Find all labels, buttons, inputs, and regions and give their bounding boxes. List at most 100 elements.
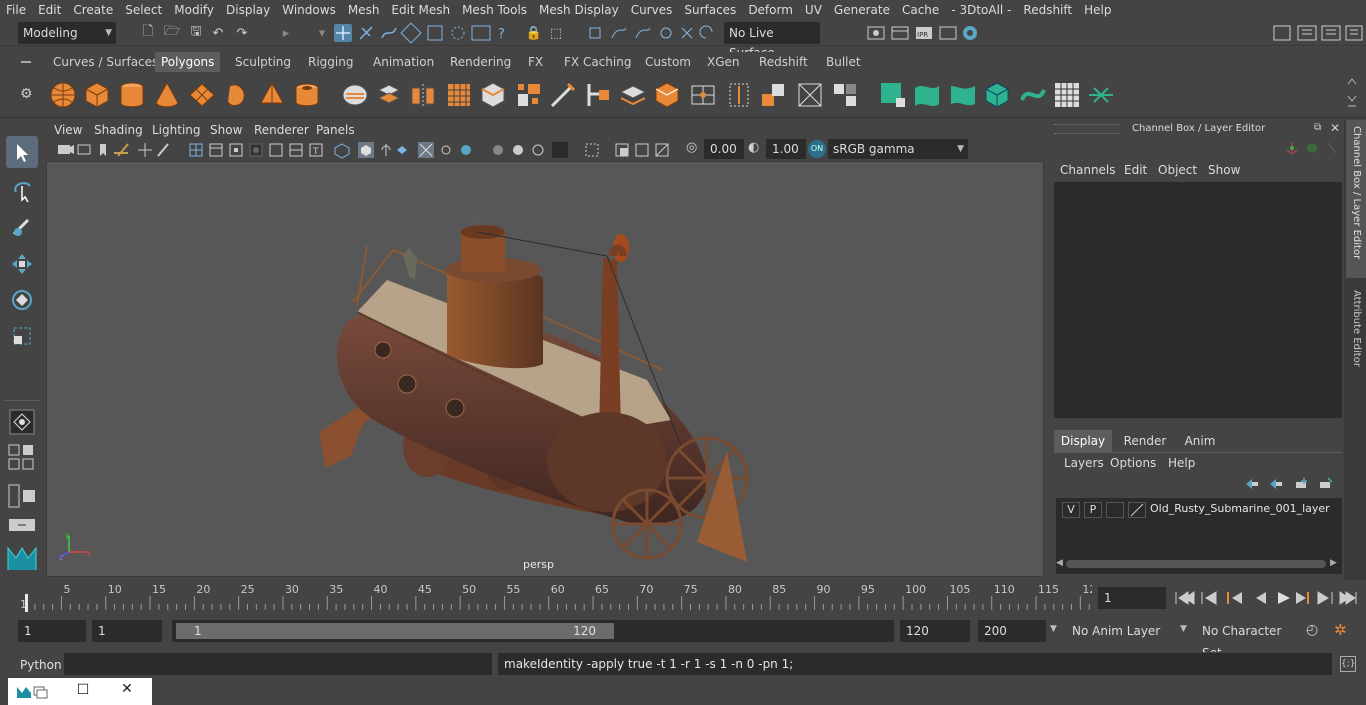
uv-editor-icon[interactable] — [795, 80, 825, 110]
shelf-tab-curves-surfaces[interactable]: Curves / Surfaces — [47, 52, 164, 72]
combine-icon[interactable] — [340, 80, 370, 110]
poly-pyramid-icon[interactable] — [257, 80, 287, 110]
chevron-down-icon[interactable]: ▼ — [1180, 624, 1187, 634]
menu-surfaces[interactable]: Surfaces — [678, 3, 742, 17]
layers-menu[interactable]: Layers — [1064, 456, 1104, 470]
playback-controls[interactable] — [1172, 586, 1362, 610]
lock-icon[interactable]: 🔒 — [524, 23, 544, 43]
command-input[interactable] — [64, 653, 492, 675]
snap-icons[interactable] — [584, 22, 724, 44]
show-menu[interactable]: Show — [1208, 163, 1240, 177]
poly-pipe-icon[interactable] — [292, 80, 322, 110]
edit-menu[interactable]: Edit — [1124, 163, 1147, 177]
color-management-icon[interactable]: ON — [808, 140, 826, 158]
poly-cone-icon[interactable] — [152, 80, 182, 110]
bullet-cloth-icon[interactable] — [948, 80, 978, 110]
color-space-select[interactable]: sRGB gamma ▼ — [828, 139, 968, 159]
layout-single-icon[interactable] — [8, 444, 38, 474]
render-icons[interactable]: IPR — [864, 22, 984, 44]
gamma-field[interactable]: 1.00 — [766, 139, 806, 159]
move-tool-icon[interactable] — [6, 248, 38, 280]
menu-windows[interactable]: Windows — [276, 3, 342, 17]
close-icon[interactable]: ✕ — [1330, 121, 1340, 135]
layer-tab-display[interactable]: Display — [1054, 430, 1112, 452]
menu-3dtoall[interactable]: - 3DtoAll - — [945, 3, 1017, 17]
workspace-layout-icons[interactable] — [1270, 22, 1366, 44]
bullet-grid-icon[interactable] — [1052, 80, 1082, 110]
layer-list-scrollbar[interactable] — [1066, 560, 1326, 568]
poly-sphere-icon[interactable] — [48, 80, 78, 110]
time-ruler[interactable]: 15 10 15 20 25 30 35 40 45 50 55 60 65 70 75 80 85 90 95 10… — [18, 580, 1092, 612]
paint-select-tool-icon[interactable] — [6, 210, 38, 242]
poly-cylinder-icon[interactable] — [117, 80, 147, 110]
side-tab-attribute-editor[interactable]: Attribute Editor — [1346, 286, 1366, 376]
extrude-icon[interactable] — [514, 80, 544, 110]
bullet-soft-icon[interactable] — [912, 80, 942, 110]
channels-menu[interactable]: Channels — [1060, 163, 1116, 177]
poly-torus-icon[interactable] — [222, 80, 252, 110]
layer-type-toggle[interactable] — [1106, 502, 1124, 518]
lasso-tool-icon[interactable] — [6, 174, 38, 206]
bullet-solver-icon[interactable] — [1086, 80, 1116, 110]
menu-curves[interactable]: Curves — [625, 3, 679, 17]
automatic-map-icon[interactable] — [758, 80, 788, 110]
bullet-constraint-icon[interactable] — [982, 80, 1012, 110]
exposure-icon[interactable]: ◎ — [686, 140, 702, 158]
chevron-down-icon[interactable]: ▾ — [312, 23, 332, 43]
layer-visibility-toggle[interactable]: V — [1062, 502, 1080, 518]
time-slider[interactable]: 1 5 10 15 20 25 30 35 40 45 50 55 60 65 70 75 80 85 90 95 10… — [0, 580, 1366, 616]
menu-mesh-tools[interactable]: Mesh Tools — [456, 3, 533, 17]
shelf-tab-animation[interactable]: Animation — [367, 52, 440, 72]
fill-hole-icon[interactable] — [652, 80, 682, 110]
shelf-tab-custom[interactable]: Custom — [639, 52, 697, 72]
viewport-menu-panels[interactable]: Panels — [316, 121, 355, 139]
scale-tool-icon[interactable] — [6, 320, 38, 352]
panel-drag-handle[interactable] — [1054, 124, 1120, 134]
exposure-field[interactable]: 0.00 — [704, 139, 744, 159]
character-set-select[interactable]: No Character Set — [1196, 620, 1300, 660]
shelf-tab-bullet[interactable]: Bullet — [820, 52, 867, 72]
menu-help[interactable]: Help — [1078, 3, 1117, 17]
smooth-icon[interactable] — [444, 80, 474, 110]
shelf-tab-rendering[interactable]: Rendering — [444, 52, 517, 72]
maya-taskbar-icon[interactable] — [16, 684, 52, 700]
scroll-right-icon[interactable]: ▶ — [1330, 558, 1337, 568]
shelf-tab-fx[interactable]: FX — [522, 52, 549, 72]
range-slider-track[interactable]: 1 120 — [172, 620, 894, 642]
float-panel-icon[interactable]: ⧉ — [1314, 122, 1321, 133]
layer-color-swatch[interactable] — [1128, 502, 1146, 518]
menu-uv[interactable]: UV — [799, 3, 828, 17]
selection-mask-icons[interactable]: ? — [332, 22, 522, 44]
maximize-icon[interactable]: ☐ — [74, 682, 92, 700]
select-cursor-icon[interactable]: ⬚ — [546, 23, 566, 43]
menu-modify[interactable]: Modify — [168, 3, 220, 17]
shelf-tab-polygons[interactable]: Polygons — [155, 52, 221, 72]
options-menu[interactable]: Options — [1110, 456, 1156, 470]
shelf-tab-fx-caching[interactable]: FX Caching — [558, 52, 637, 72]
poly-cube-icon[interactable] — [82, 80, 112, 110]
shelf-tab-xgen[interactable]: XGen — [701, 52, 746, 72]
help-menu[interactable]: Help — [1168, 456, 1195, 470]
side-tab-channel-box[interactable]: Channel Box / Layer Editor — [1346, 120, 1366, 278]
layer-action-icons[interactable] — [1244, 476, 1340, 492]
menu-select[interactable]: Select — [119, 3, 168, 17]
bullet-rope-icon[interactable] — [1018, 80, 1048, 110]
viewport-menu-view[interactable]: View — [54, 121, 82, 139]
mirror-icon[interactable] — [408, 80, 438, 110]
menu-deform[interactable]: Deform — [742, 3, 799, 17]
perspective-viewport[interactable]: x y z persp — [46, 161, 1044, 577]
viewport-menu-renderer[interactable]: Renderer — [254, 121, 309, 139]
open-scene-icon[interactable]: 🗁 — [162, 23, 182, 43]
scroll-left-icon[interactable]: ◀ — [1056, 558, 1063, 568]
playback-start-field[interactable]: 1 — [92, 620, 162, 642]
layer-name[interactable]: Old_Rusty_Submarine_001_layer — [1150, 502, 1330, 515]
channel-list[interactable] — [1054, 182, 1342, 418]
gear-icon[interactable]: ⚙ — [20, 86, 36, 102]
script-language-label[interactable]: Python — [20, 655, 62, 675]
redo-icon[interactable]: ↷ — [232, 23, 252, 43]
undo-icon[interactable]: ↶ — [208, 23, 228, 43]
mode-selector[interactable]: Modeling ▼ — [18, 22, 116, 44]
current-time-marker[interactable] — [25, 594, 28, 612]
menu-display[interactable]: Display — [220, 3, 276, 17]
outliner-toggle-icon[interactable] — [8, 518, 38, 534]
